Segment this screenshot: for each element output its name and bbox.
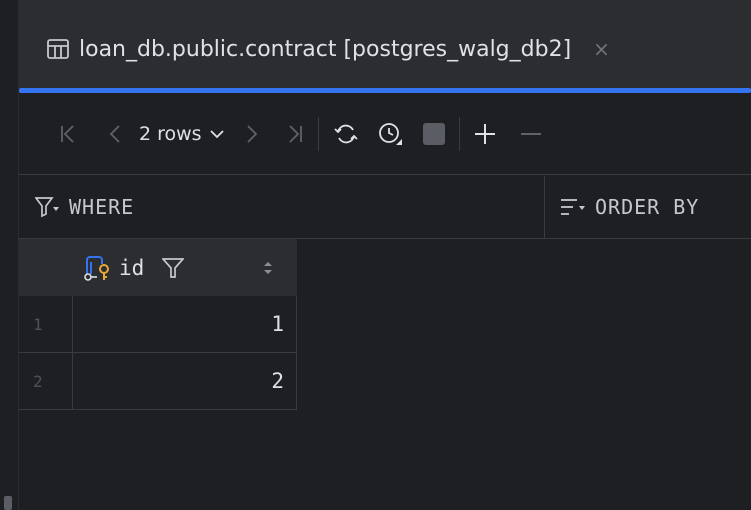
rows-dropdown[interactable]: 2 rows <box>139 123 224 145</box>
add-row-icon[interactable] <box>474 116 496 152</box>
tab-contract[interactable]: loan_db.public.contract [postgres_walg_d… <box>19 0 751 90</box>
left-gutter-strip <box>0 0 19 510</box>
primary-key-icon <box>84 255 109 281</box>
last-page-icon[interactable] <box>286 116 304 152</box>
filter-bar: WHERE ORDER BY <box>19 176 751 239</box>
table-row[interactable]: 2 2 <box>19 353 297 410</box>
filter-divider <box>544 176 545 238</box>
grid-header: id <box>19 239 297 296</box>
row-number-header <box>19 239 73 296</box>
order-by-filter[interactable]: ORDER BY <box>559 176 699 238</box>
rows-count-label: 2 rows <box>139 122 202 145</box>
cell-id[interactable]: 1 <box>73 296 297 352</box>
prev-page-icon[interactable] <box>109 116 121 152</box>
close-icon[interactable]: × <box>593 37 610 61</box>
results-toolbar: 2 rows <box>19 93 751 175</box>
next-page-icon[interactable] <box>246 116 258 152</box>
toolbar-separator <box>317 116 319 151</box>
row-number: 1 <box>19 296 73 352</box>
remove-row-icon[interactable] <box>520 116 542 152</box>
filter-icon <box>35 197 59 218</box>
toolbar-separator <box>458 116 460 151</box>
results-grid: id 1 1 2 2 <box>19 239 297 410</box>
tab-title: loan_db.public.contract [postgres_walg_d… <box>79 36 572 62</box>
order-by-label: ORDER BY <box>595 195 700 219</box>
sort-icon[interactable] <box>263 261 273 275</box>
sort-lines-icon <box>561 199 585 215</box>
history-icon[interactable] <box>377 116 403 152</box>
data-editor: loan_db.public.contract [postgres_walg_d… <box>19 0 751 510</box>
first-page-icon[interactable] <box>59 116 77 152</box>
stop-icon[interactable] <box>422 116 445 152</box>
column-name: id <box>119 255 145 280</box>
cell-id[interactable]: 2 <box>73 353 297 409</box>
reload-icon[interactable] <box>333 116 359 152</box>
column-filter-icon[interactable] <box>162 257 185 279</box>
row-number: 2 <box>19 353 73 409</box>
where-label: WHERE <box>69 195 135 219</box>
table-icon <box>47 39 69 59</box>
chevron-down-icon <box>209 129 224 138</box>
scrollbar-thumb[interactable] <box>4 496 12 510</box>
column-header-id[interactable]: id <box>73 239 297 296</box>
tab-bar: loan_db.public.contract [postgres_walg_d… <box>19 0 751 93</box>
where-filter[interactable]: WHERE <box>35 176 134 238</box>
table-row[interactable]: 1 1 <box>19 296 297 353</box>
